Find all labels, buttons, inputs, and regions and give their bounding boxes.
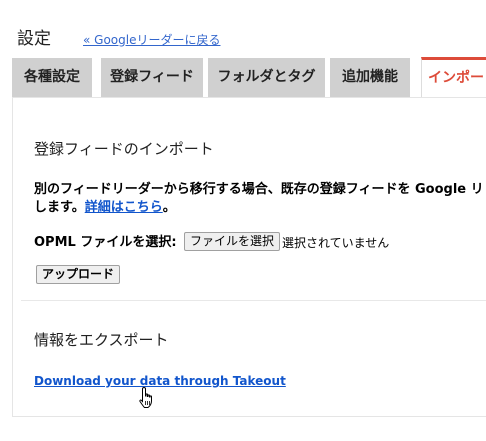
choose-file-button[interactable]: ファイルを選択 xyxy=(184,232,281,251)
back-to-reader-link[interactable]: « Googleリーダーに戻る xyxy=(83,32,220,48)
takeout-download-link[interactable]: Download your data through Takeout xyxy=(34,373,286,389)
no-file-selected-text: 選択されていません xyxy=(282,236,390,250)
import-description-suffix: 。 xyxy=(162,200,176,215)
import-description-line1: 別のフィードリーダーから移行する場合、既存の登録フィードを Google リ xyxy=(34,182,484,197)
opml-file-label: OPML ファイルを選択: xyxy=(34,235,177,250)
export-heading: 情報をエクスポート xyxy=(34,331,169,349)
import-description-prefix: します。 xyxy=(34,200,85,215)
tab-folders-tags[interactable]: フォルダとタグ xyxy=(208,58,325,97)
import-heading: 登録フィードのインポート xyxy=(34,140,214,158)
tab-general-settings[interactable]: 各種設定 xyxy=(12,58,92,97)
settings-panel: 登録フィードのインポート 別のフィードリーダーから移行する場合、既存の登録フィー… xyxy=(12,97,486,417)
import-description: 別のフィードリーダーから移行する場合、既存の登録フィードを Google リ し… xyxy=(34,181,486,217)
section-divider xyxy=(21,300,486,301)
tab-subscriptions[interactable]: 登録フィード xyxy=(101,58,203,97)
page-title: 設定 xyxy=(17,29,51,49)
tab-goodies[interactable]: 追加機能 xyxy=(330,58,410,97)
hand-pointer-icon xyxy=(139,386,152,408)
upload-button[interactable]: アップロード xyxy=(36,265,121,284)
learn-more-link[interactable]: 詳細はこちら xyxy=(85,200,163,215)
tab-import-export[interactable]: インポー xyxy=(421,57,486,97)
